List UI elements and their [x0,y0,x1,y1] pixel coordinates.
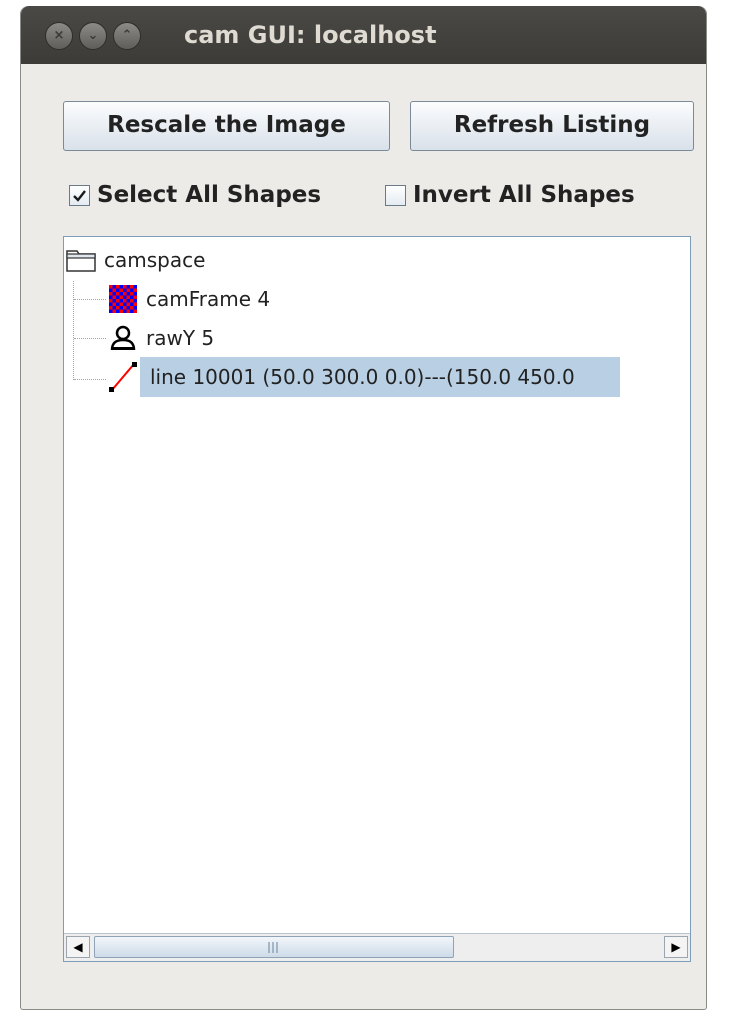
tree-connector [73,281,74,380]
tree-connector [74,338,106,339]
tree-node-camspace[interactable]: camspace [64,242,205,278]
tree-node-line[interactable]: line 10001 (50.0 300.0 0.0)---(150.0 450… [106,357,620,397]
checkbox-unchecked[interactable] [385,184,406,206]
folder-icon [64,243,98,277]
tree-node-rawy[interactable]: rawY 5 [106,320,214,356]
scrollbar-thumb[interactable] [94,936,454,958]
grip-icon [268,942,278,953]
tree-node-camframe[interactable]: camFrame 4 [106,281,270,317]
window-title: cam GUI: localhost [184,21,437,49]
close-icon[interactable]: × [45,22,73,50]
tree-connector [74,299,106,300]
title-bar[interactable]: × ⌄ ⌃ cam GUI: localhost [21,6,706,64]
person-icon [106,321,140,355]
scroll-right-icon[interactable]: ▶ [664,936,688,958]
scroll-left-icon[interactable]: ◀ [66,936,90,958]
tree-node-label-selected: line 10001 (50.0 300.0 0.0)---(150.0 450… [140,357,620,397]
rescale-image-button[interactable]: Rescale the Image [63,101,390,151]
tree-node-label: camspace [104,248,206,272]
select-all-label: Select All Shapes [97,182,322,208]
checkmark-icon [73,189,86,202]
app-window: × ⌄ ⌃ cam GUI: localhost Rescale the Ima… [20,6,707,1010]
refresh-listing-button[interactable]: Refresh Listing [410,101,694,151]
invert-all-label: Invert All Shapes [413,182,635,208]
tree-node-label: rawY 5 [146,326,215,350]
minimize-icon[interactable]: ⌄ [79,22,107,50]
checkbox-checked[interactable] [69,184,90,206]
tree-connector [74,379,106,380]
checker-image-icon [106,282,140,316]
horizontal-scrollbar[interactable]: ◀ ▶ [64,933,690,961]
select-all-shapes-checkbox[interactable]: Select All Shapes [69,178,321,212]
maximize-icon[interactable]: ⌃ [113,22,141,50]
shape-tree[interactable]: camspace camFrame 4 rawY 5 line 10001 (5… [63,236,691,962]
line-shape-icon [106,360,140,394]
invert-all-shapes-checkbox[interactable]: Invert All Shapes [385,178,635,212]
tree-node-label: camFrame 4 [146,287,271,311]
